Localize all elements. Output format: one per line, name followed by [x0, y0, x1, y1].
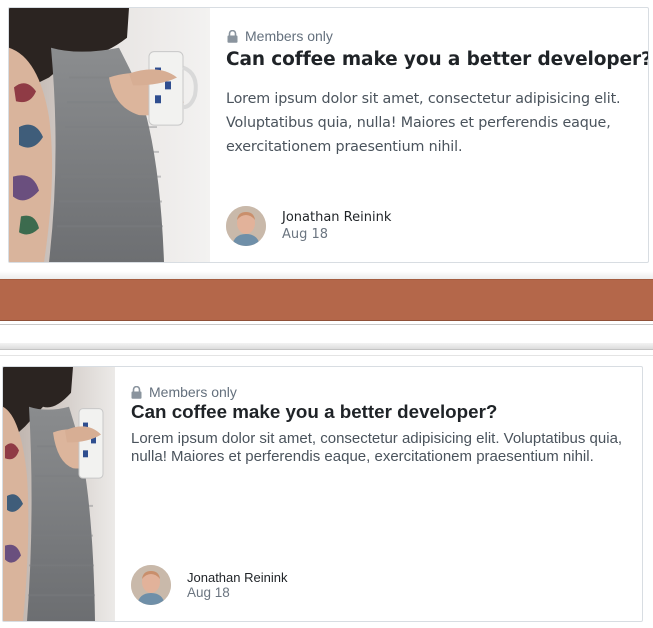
members-only-label: Members only	[149, 384, 237, 400]
article-excerpt: Lorem ipsum dolor sit amet, consectetur …	[131, 430, 623, 465]
members-only-badge: Members only	[131, 384, 237, 400]
post-date: Aug 18	[187, 584, 230, 600]
author-name[interactable]: Jonathan Reinink	[282, 209, 391, 226]
divider-color-band	[0, 279, 653, 321]
author-block: Jonathan Reinink Aug 18	[226, 206, 391, 246]
section-divider	[0, 271, 653, 356]
card-body: Members only Can coffee make you a bette…	[115, 367, 642, 621]
article-title[interactable]: Can coffee make you a better developer?	[226, 49, 648, 70]
author-name[interactable]: Jonathan Reinink	[187, 570, 287, 585]
card-photo	[3, 367, 115, 621]
divider-line	[0, 324, 653, 325]
page-root: Members only Can coffee make you a bette…	[0, 0, 653, 628]
lock-icon	[131, 385, 142, 399]
woman-with-coffee-mug-photo	[3, 367, 115, 621]
card-body: Members only Can coffee make you a bette…	[210, 8, 648, 262]
article-excerpt: Lorem ipsum dolor sit amet, consectetur …	[226, 91, 621, 155]
divider-line	[0, 355, 653, 356]
divider-line	[0, 349, 653, 350]
article-title[interactable]: Can coffee make you a better developer?	[131, 401, 497, 423]
article-card-bottom[interactable]: Members only Can coffee make you a bette…	[2, 366, 643, 622]
lock-icon	[227, 29, 238, 43]
avatar[interactable]	[226, 206, 266, 246]
author-info: Jonathan Reinink Aug 18	[282, 209, 391, 244]
woman-with-coffee-mug-photo	[9, 8, 210, 262]
post-date: Aug 18	[282, 226, 329, 242]
members-only-badge: Members only	[227, 28, 333, 44]
avatar[interactable]	[131, 565, 171, 605]
author-info: Jonathan Reinink Aug 18	[187, 570, 287, 601]
members-only-label: Members only	[245, 28, 333, 44]
author-block: Jonathan Reinink Aug 18	[131, 565, 287, 605]
divider-shadow	[0, 271, 653, 279]
article-card-top[interactable]: Members only Can coffee make you a bette…	[8, 7, 649, 263]
card-photo	[9, 8, 210, 262]
